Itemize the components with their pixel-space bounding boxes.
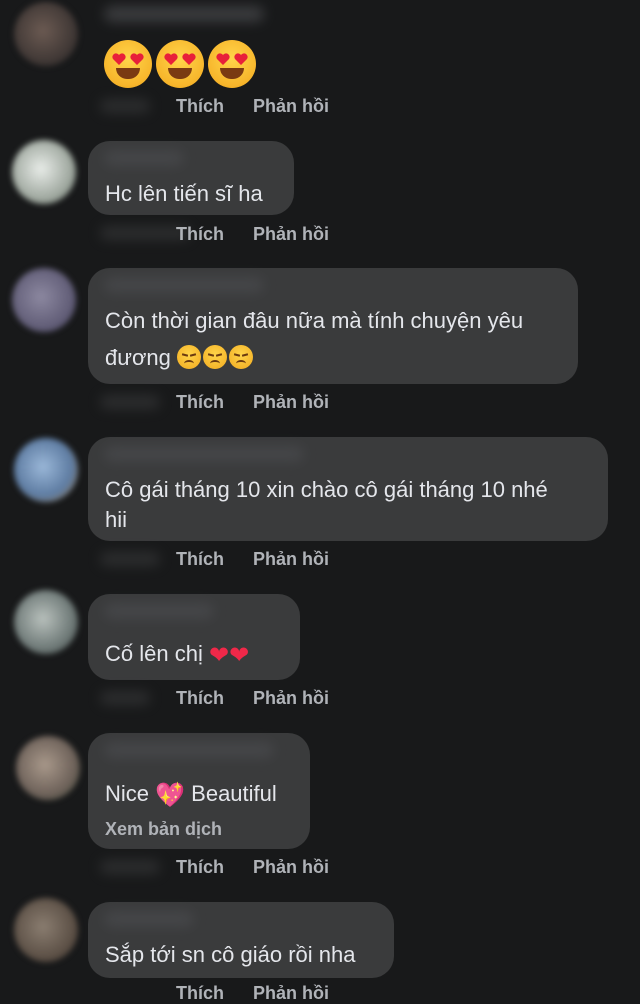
commenter-name[interactable] [104, 150, 184, 166]
comment-emoji-reaction [104, 40, 260, 90]
comment-text-line2: đương [105, 342, 255, 373]
like-button[interactable]: Thích [176, 96, 224, 117]
comment-text: Cô gái tháng 10 xin chào cô gái tháng 10… [105, 477, 548, 502]
comment-text: Nice 💖 Beautiful [105, 781, 277, 809]
comment-time [100, 860, 160, 874]
reply-button[interactable]: Phản hồi [253, 688, 329, 709]
avatar[interactable] [14, 2, 78, 66]
heart-eyes-emoji-icon [104, 40, 152, 88]
reply-button[interactable]: Phản hồi [253, 983, 329, 1004]
avatar[interactable] [12, 268, 76, 332]
comment-time [100, 691, 150, 705]
comment-text: Sắp tới sn cô giáo rồi nha [105, 942, 356, 967]
commenter-name[interactable] [104, 911, 194, 927]
commenter-name[interactable] [104, 6, 264, 22]
reply-button[interactable]: Phản hồi [253, 549, 329, 570]
like-button[interactable]: Thích [176, 224, 224, 245]
comment-time [100, 552, 160, 566]
reply-button[interactable]: Phản hồi [253, 96, 329, 117]
reply-button[interactable]: Phản hồi [253, 224, 329, 245]
avatar[interactable] [14, 438, 78, 502]
commenter-name[interactable] [104, 277, 264, 293]
comment-time [100, 395, 160, 409]
heart-eyes-emoji-icon [208, 40, 256, 88]
red-heart-icon: ❤ [208, 642, 230, 669]
commenter-name[interactable] [104, 446, 304, 462]
reply-button[interactable]: Phản hồi [253, 392, 329, 413]
heart-eyes-emoji-icon [156, 40, 204, 88]
comment-text: Hc lên tiến sĩ ha [105, 181, 263, 206]
comment-text-line2: hii [105, 507, 128, 532]
avatar[interactable] [12, 140, 76, 204]
comment-text: Cố lên chị ❤❤ [105, 641, 250, 669]
sad-face-emoji-icon [229, 345, 253, 369]
sad-face-emoji-icon [203, 345, 227, 369]
commenter-name[interactable] [104, 603, 214, 619]
red-heart-icon: ❤ [229, 642, 250, 669]
like-button[interactable]: Thích [176, 983, 224, 1004]
avatar[interactable] [14, 898, 78, 962]
commenter-name[interactable] [104, 742, 274, 758]
like-button[interactable]: Thích [176, 392, 224, 413]
like-button[interactable]: Thích [176, 688, 224, 709]
comment-text: Còn thời gian đâu nữa mà tính chuyện yêu [105, 308, 524, 333]
avatar[interactable] [16, 736, 80, 800]
see-translation-link[interactable]: Xem bản dịch [105, 819, 222, 840]
like-button[interactable]: Thích [176, 857, 224, 878]
avatar[interactable] [14, 590, 78, 654]
like-button[interactable]: Thích [176, 549, 224, 570]
sad-face-emoji-icon [177, 345, 201, 369]
sparkling-heart-icon: 💖 [155, 782, 186, 809]
comment-time [100, 99, 150, 113]
reply-button[interactable]: Phản hồi [253, 857, 329, 878]
